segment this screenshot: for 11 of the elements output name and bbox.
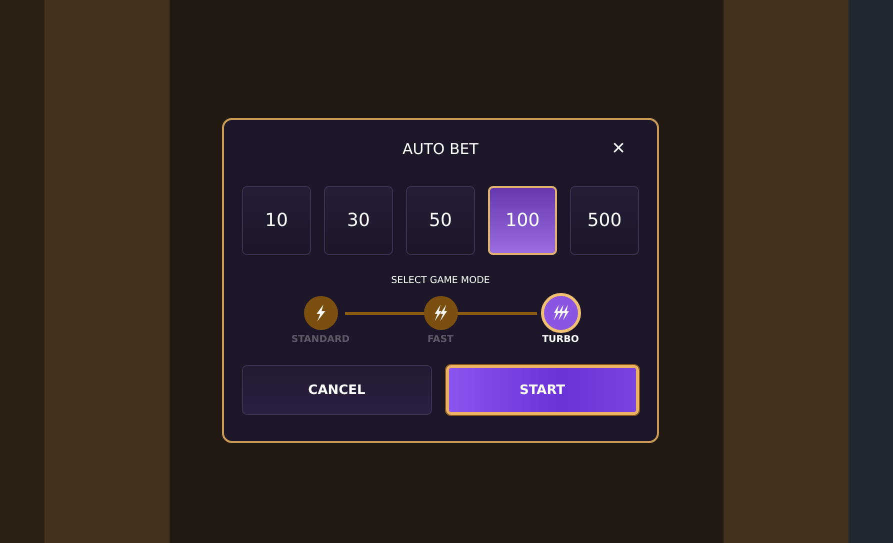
cancel-button[interactable]: CANCEL xyxy=(242,365,432,415)
bet-amount-option[interactable]: 500 xyxy=(570,186,639,255)
bet-amount-option[interactable]: 30 xyxy=(324,186,393,255)
close-button[interactable]: × xyxy=(608,136,629,160)
bet-amount-option[interactable]: 50 xyxy=(406,186,475,255)
mode-heading: SELECT GAME MODE xyxy=(391,275,490,286)
bet-amount-option[interactable]: 10 xyxy=(242,186,311,255)
dialog-title: AUTO BET xyxy=(402,140,478,158)
start-button[interactable]: START xyxy=(446,365,639,415)
game-mode-option[interactable]: TURBO xyxy=(524,296,596,345)
bet-amount-option[interactable]: 100 xyxy=(488,186,557,255)
